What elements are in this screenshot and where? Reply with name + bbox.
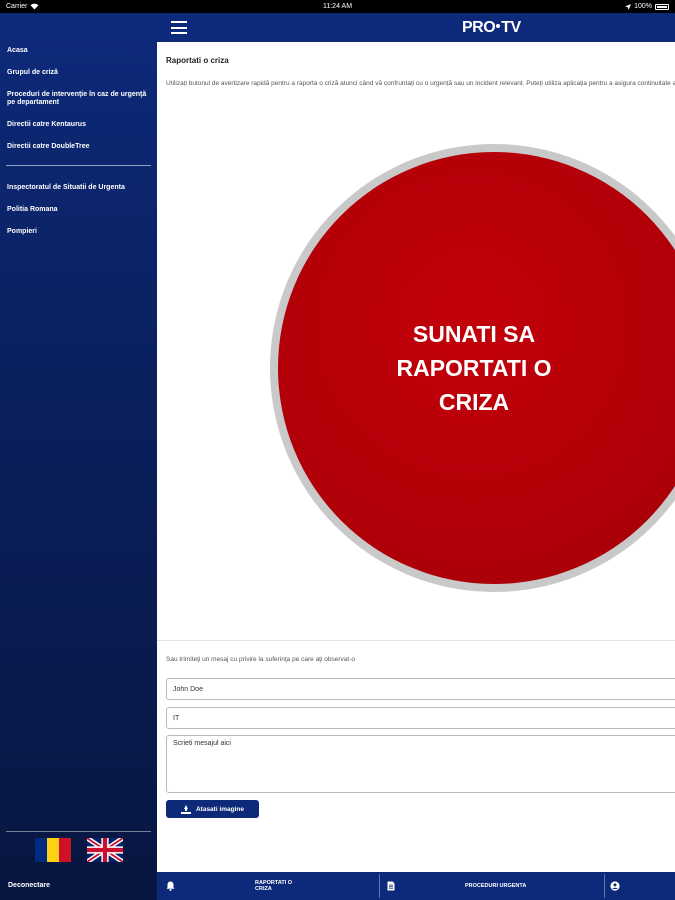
status-bar: Carrier 11:24 AM 100% [0,0,675,13]
department-field[interactable] [166,707,675,729]
logout-button[interactable]: Deconectare [8,882,50,889]
user-icon [610,881,620,891]
uk-flag-icon[interactable] [86,838,123,862]
tab-report-crisis-label: RAPORTATI O CRIZA [255,880,293,892]
sidebar: Acasa Grupul de criză Proceduri de inter… [0,13,157,900]
bell-icon [166,881,175,891]
sidebar-item-isu[interactable]: Inspectoratul de Situatii de Urgenta [7,184,150,192]
status-right: 100% [625,3,669,10]
report-crisis-button-label: SUNATI SA RAPORTATI O CRIZA [396,321,552,415]
sidebar-item-politia-romana[interactable]: Politia Romana [7,206,150,214]
romanian-flag-icon[interactable] [34,838,71,862]
sidebar-item-acasa[interactable]: Acasa [7,47,150,55]
name-field[interactable] [166,678,675,700]
tab-emergency-procedures-label: PROCEDURI URGENTA [465,883,527,889]
intro-text: Utilizați butonul de avertizare rapidă p… [166,80,675,87]
status-left: Carrier [6,3,39,10]
battery-icon [655,3,669,10]
page-title: Raportati o criza [166,56,229,65]
attach-image-button[interactable]: Atasati imagine [166,800,259,818]
profile-nav-button[interactable] [610,872,620,900]
status-time: 11:24 AM [322,3,353,10]
sidebar-item-pompieri[interactable]: Pompieri [7,228,150,236]
tab-emergency-procedures[interactable]: PROCEDURI URGENTA [465,872,526,900]
section-divider [157,640,675,641]
location-arrow-icon [625,3,632,10]
message-label: Sau trimiteţi un mesaj cu privire la suf… [166,656,355,663]
carrier-label: Carrier [6,3,28,10]
nav-separator [604,874,605,898]
sidebar-menu-emergency: Inspectoratul de Situatii de Urgenta Pol… [0,184,157,236]
document-nav-button[interactable] [387,872,395,900]
logo-dot [496,24,501,29]
language-selector [0,838,157,862]
tab-report-crisis[interactable]: RAPORTATI O CRIZA [255,872,315,900]
document-icon [387,881,395,891]
battery-percent: 100% [634,3,652,10]
report-crisis-button-face: SUNATI SA RAPORTATI O CRIZA [278,152,675,584]
sidebar-item-grupul-de-criza[interactable]: Grupul de criză [7,69,150,77]
upload-icon [180,804,191,814]
message-textarea[interactable] [166,735,675,793]
sidebar-item-proceduri-interventie[interactable]: Proceduri de intervenţie în caz de urgen… [7,91,150,107]
bell-nav-button[interactable] [166,872,175,900]
protv-logo: PRO TV [462,19,521,37]
sidebar-item-directii-doubletree[interactable]: Directii catre DoubleTree [7,143,150,151]
sidebar-item-directii-kentaurus[interactable]: Directii catre Kentaurus [7,121,150,129]
logo-text-left: PRO [462,19,496,36]
top-bar: PRO TV [157,13,675,42]
main-content: Raportati o criza Utilizați butonul de a… [157,42,675,872]
menu-icon[interactable] [171,21,187,34]
attach-image-label: Atasati imagine [195,805,245,813]
sidebar-divider [6,165,151,166]
nav-separator [379,874,380,898]
logo-text-right: TV [501,19,521,36]
sidebar-bottom-divider [6,831,151,832]
sidebar-menu-primary: Acasa Grupul de criză Proceduri de inter… [0,13,157,151]
report-crisis-button[interactable]: SUNATI SA RAPORTATI O CRIZA [270,144,675,592]
wifi-icon [30,3,39,10]
bottom-nav: RAPORTATI O CRIZA PROCEDURI URGENTA [157,872,675,900]
